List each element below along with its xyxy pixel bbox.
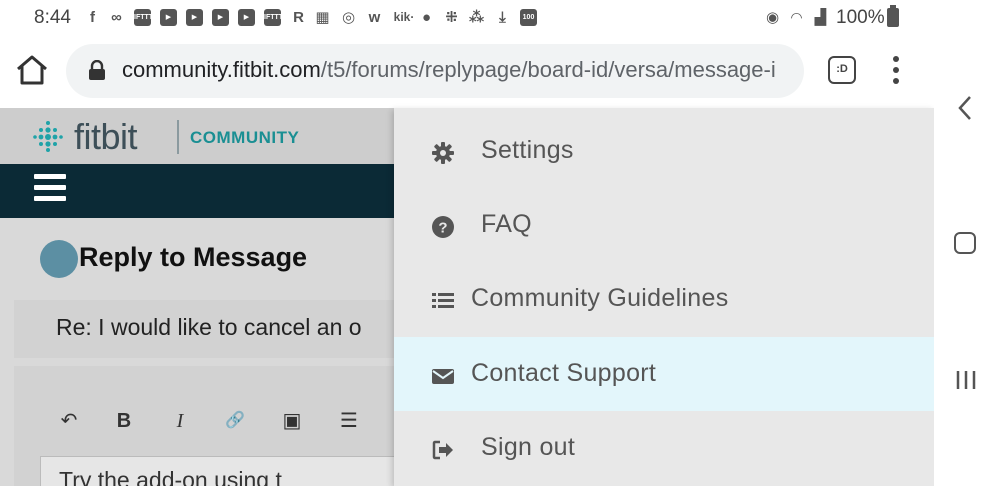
battery-100-icon: 100: [520, 9, 537, 26]
fitbit-icon: ⁂: [468, 9, 485, 26]
list-icon: [432, 290, 454, 312]
back-button[interactable]: [954, 95, 976, 121]
r-icon: R: [293, 9, 304, 26]
wifi-icon: ◠: [791, 9, 802, 25]
slack-icon: ⁜: [445, 9, 458, 26]
hamburger-line: [34, 185, 66, 190]
home-nav-button[interactable]: [954, 232, 976, 254]
gear-icon: [432, 142, 454, 164]
avatar: [40, 240, 78, 278]
browser-menu-button[interactable]: [886, 56, 906, 86]
hamburger-line: [34, 174, 66, 179]
url-path: /t5/forums/replypage/board-id/versa/mess…: [320, 57, 776, 82]
url-domain: community.fitbit.com: [122, 57, 321, 82]
italic-icon: I: [176, 410, 184, 432]
recent-apps-button[interactable]: [954, 369, 978, 391]
bold-button[interactable]: B: [111, 408, 137, 434]
address-bar[interactable]: community.fitbit.com/t5/forums/replypage…: [66, 44, 804, 98]
dot: [893, 67, 899, 73]
home-button[interactable]: [14, 52, 50, 88]
bullet-list-button[interactable]: ☰: [336, 408, 362, 434]
youtube-icon: ▶: [212, 9, 229, 26]
youtube-icon: ▶: [186, 9, 203, 26]
undo-icon: ↶: [60, 410, 78, 432]
news-icon: ▦: [315, 9, 330, 26]
menu-item-label: FAQ: [481, 210, 532, 238]
browser-toolbar: community.fitbit.com/t5/forums/replypage…: [0, 36, 934, 108]
list-icon: ☰: [340, 410, 358, 432]
menu-item-settings[interactable]: Settings: [394, 114, 934, 188]
hamburger-menu-button[interactable]: [34, 174, 66, 204]
wish-icon: w: [368, 9, 381, 26]
brand-divider: [177, 120, 179, 154]
menu-item-label: Contact Support: [471, 359, 657, 387]
status-time: 8:44: [34, 7, 71, 28]
envelope-icon: [432, 365, 454, 387]
link-icon: 🔗: [225, 412, 245, 429]
recent-apps-icon: [956, 371, 976, 389]
menu-item-sign-out[interactable]: Sign out: [394, 411, 934, 485]
brand-name[interactable]: fitbit: [74, 116, 138, 158]
svg-text:?: ?: [438, 220, 447, 237]
lock-icon: [88, 59, 106, 80]
editor-textarea[interactable]: Try the add-on using t: [40, 456, 400, 486]
insert-link-button[interactable]: 🔗: [222, 408, 248, 434]
hamburger-line: [34, 196, 66, 201]
bold-icon: B: [116, 410, 132, 432]
menu-item-contact-support[interactable]: Contact Support: [394, 337, 934, 411]
facebook-icon: f: [90, 9, 95, 26]
signal-icon: ▟: [814, 9, 827, 26]
community-label[interactable]: COMMUNITY: [190, 128, 299, 148]
tab-switcher-button[interactable]: :D: [828, 56, 856, 84]
back-icon: [958, 96, 971, 120]
music-icon: ●: [421, 9, 432, 26]
italic-button[interactable]: I: [167, 408, 193, 434]
url-text: community.fitbit.com/t5/forums/replypage…: [122, 57, 776, 83]
dot: [893, 78, 899, 84]
ifttt-icon: IFTTT: [264, 9, 283, 26]
editor-text: Try the add-on using t: [59, 467, 282, 486]
question-icon: ?: [432, 216, 454, 238]
undo-button[interactable]: ↶: [56, 408, 82, 434]
menu-item-community-guidelines[interactable]: Community Guidelines: [394, 262, 934, 336]
battery-icon: [887, 5, 899, 27]
android-navigation-bar: [934, 0, 999, 486]
menu-item-faq[interactable]: ? FAQ: [394, 188, 934, 262]
link-icon: ∞: [111, 9, 122, 26]
community-dropdown-menu: Settings ? FAQ Community Guidelines Cont…: [394, 108, 934, 486]
menu-item-label: Settings: [481, 136, 574, 164]
youtube-icon: ▶: [160, 9, 177, 26]
sign-out-icon: [432, 439, 454, 461]
home-icon: [17, 55, 47, 85]
youtube-icon: ▶: [238, 9, 255, 26]
fitbit-logo-icon: [32, 120, 64, 152]
menu-item-label: Community Guidelines: [471, 284, 729, 312]
battery-percent: 100%: [836, 7, 885, 28]
ifttt-icon: IFTTT: [134, 9, 153, 26]
subject-text: Re: I would like to cancel an o: [56, 314, 362, 340]
dot: [893, 56, 899, 62]
download-icon: ⤓: [499, 9, 506, 26]
chrome-icon: ◎: [341, 9, 356, 26]
insert-image-button[interactable]: ▣: [279, 408, 305, 434]
image-icon: ▣: [282, 410, 302, 432]
kik-icon: kik·: [393, 10, 415, 24]
hotspot-icon: ◉: [765, 9, 780, 26]
page-title: Reply to Message: [79, 242, 308, 272]
menu-item-label: Sign out: [481, 433, 576, 461]
status-bar: 8:44 f ∞ IFTTT ▶ ▶ ▶ ▶ IFTTT R ▦ ◎ w kik…: [0, 0, 934, 36]
